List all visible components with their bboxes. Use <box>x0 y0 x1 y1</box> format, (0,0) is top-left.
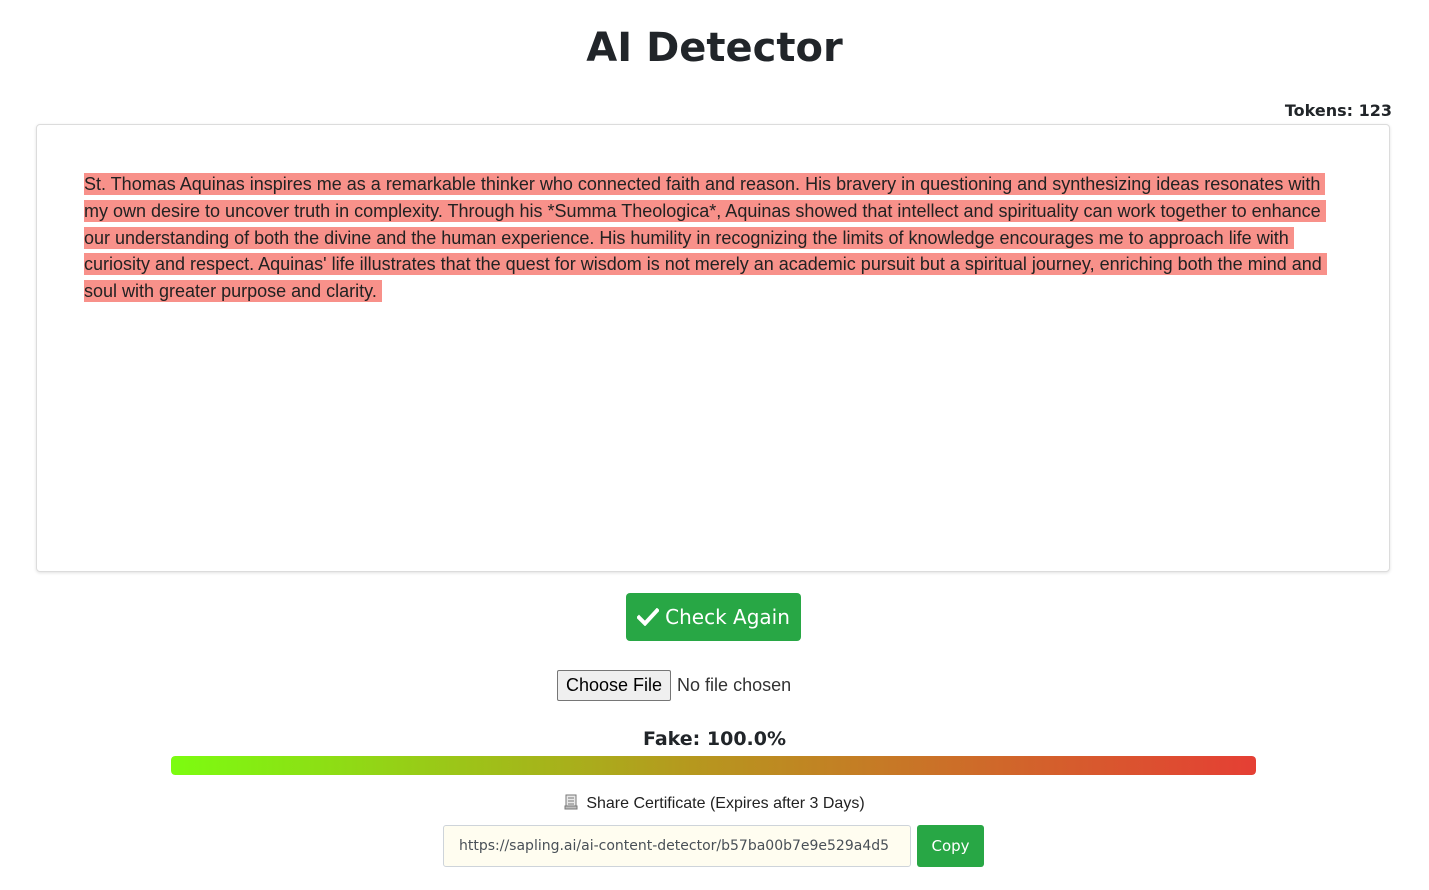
ai-detector-page: AI Detector Tokens: 123 St. Thomas Aquin… <box>0 0 1429 890</box>
choose-file-button[interactable]: Choose File <box>557 669 672 701</box>
share-certificate-label: Share Certificate (Expires after 3 Days) <box>586 795 865 812</box>
copy-button[interactable]: Copy <box>917 825 984 867</box>
page-title: AI Detector <box>586 25 843 71</box>
fake-score-label: Fake: 100.0% <box>642 728 787 750</box>
fake-score-bar <box>171 756 1256 775</box>
file-status-text: No file chosen <box>677 674 792 695</box>
fake-score-fill <box>171 756 1256 775</box>
share-url-field[interactable] <box>443 825 911 867</box>
editor-content[interactable]: St. Thomas Aquinas inspires me as a rema… <box>84 171 1346 305</box>
ai-highlighted-text: St. Thomas Aquinas inspires me as a rema… <box>84 173 1327 303</box>
text-editor[interactable]: St. Thomas Aquinas inspires me as a rema… <box>36 124 1390 572</box>
scroll-icon <box>564 794 578 810</box>
check-again-button[interactable]: Check Again <box>626 593 801 641</box>
token-count: Tokens: 123 <box>1284 101 1392 120</box>
check-icon <box>637 608 660 626</box>
check-again-label: Check Again <box>665 605 790 629</box>
share-certificate: Share Certificate (Expires after 3 Days) <box>0 794 1429 814</box>
file-upload: Choose File No file chosen <box>557 669 791 701</box>
